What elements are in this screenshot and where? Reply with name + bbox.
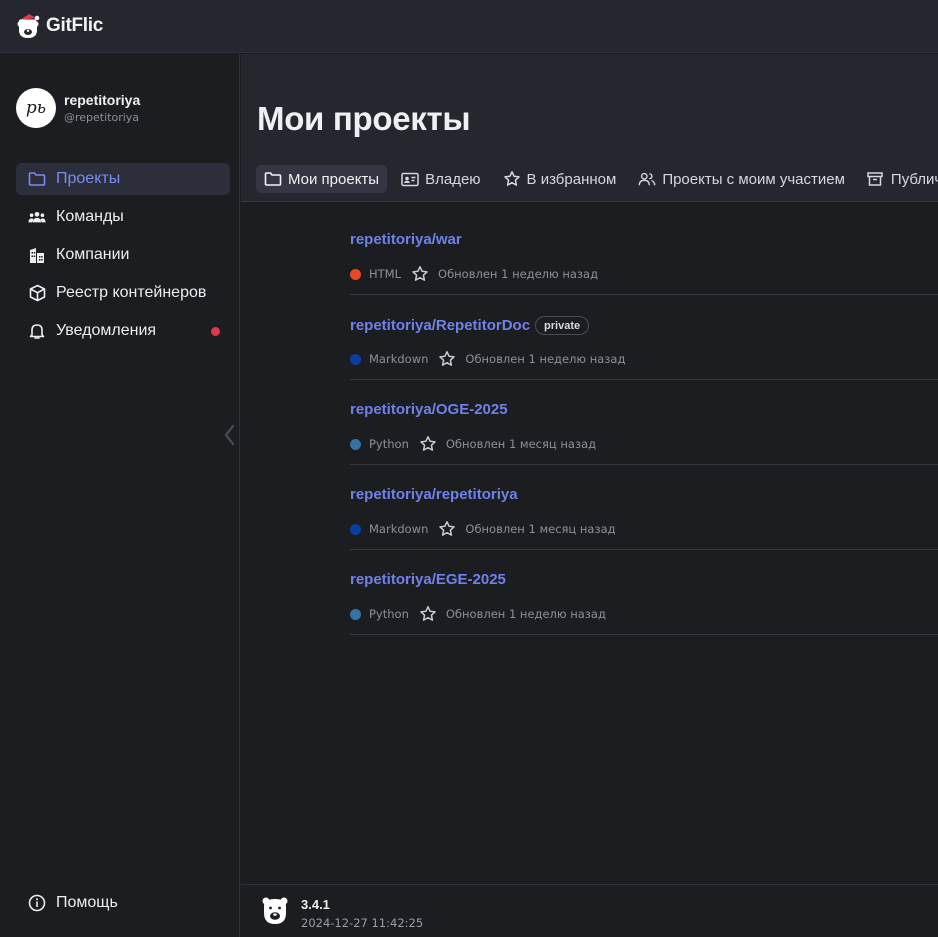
tab-favorites[interactable]: В избранном bbox=[495, 165, 625, 193]
repo-link[interactable]: repetitoriya/OGE-2025 bbox=[350, 401, 508, 418]
list-item: repetitoriya/war HTML Обновлен 1 неделю … bbox=[350, 210, 938, 295]
list-item: repetitoriya/RepetitorDoc private Markdo… bbox=[350, 295, 938, 380]
language-color-dot bbox=[350, 608, 361, 620]
repo-updated: Обновлен 1 месяц назад bbox=[465, 522, 616, 536]
sidebar-item-teams[interactable]: Команды bbox=[16, 201, 230, 233]
page-title: Мои проекты bbox=[257, 100, 471, 137]
repo-updated: Обновлен 1 неделю назад bbox=[438, 267, 599, 281]
repo-updated: Обновлен 1 неделю назад bbox=[445, 607, 606, 621]
language-color-dot bbox=[350, 268, 361, 280]
list-item: repetitoriya/EGE-2025 Python Обновлен 1 … bbox=[350, 550, 938, 635]
top-bar: GitFlic bbox=[0, 0, 938, 53]
repo-language: Python bbox=[369, 607, 409, 621]
bear-logo-icon bbox=[17, 14, 40, 38]
info-icon bbox=[28, 894, 46, 912]
app-name: GitFlic bbox=[46, 15, 104, 36]
sidebar-item-label: Уведомления bbox=[56, 322, 157, 339]
tab-public[interactable]: Публич bbox=[859, 165, 938, 193]
cube-icon bbox=[28, 284, 46, 302]
language-color-dot bbox=[350, 438, 361, 450]
star-icon[interactable] bbox=[419, 435, 437, 453]
repo-language: HTML bbox=[369, 267, 402, 281]
project-tabs: Мои проекты Владею В избранном Проекты с… bbox=[256, 165, 938, 193]
gitflic-logo[interactable]: GitFlic bbox=[16, 12, 103, 40]
collapse-sidebar-button[interactable] bbox=[223, 424, 235, 450]
build-date: 2024-12-27 11:42:25 bbox=[301, 916, 424, 930]
repo-language: Markdown bbox=[369, 522, 429, 536]
bell-icon bbox=[28, 322, 46, 340]
sidebar: рь repetitoriya @repetitoriya Проекты Ко… bbox=[0, 54, 240, 937]
sidebar-item-companies[interactable]: Компании bbox=[16, 239, 230, 271]
list-item: repetitoriya/repetitoriya Markdown Обнов… bbox=[350, 465, 938, 550]
main-header: Мои проекты Мои проекты Владею В избранн… bbox=[241, 54, 938, 202]
sidebar-item-label: Команды bbox=[56, 208, 124, 225]
list-item: repetitoriya/OGE-2025 Python Обновлен 1 … bbox=[350, 380, 938, 465]
repo-link[interactable]: repetitoriya/RepetitorDoc bbox=[350, 317, 530, 334]
user-handle: @repetitoriya bbox=[64, 110, 140, 124]
help-link[interactable]: Помощь bbox=[28, 894, 118, 912]
repo-language: Python bbox=[369, 437, 409, 451]
repo-language: Markdown bbox=[369, 352, 429, 366]
user-name: repetitoriya bbox=[64, 91, 141, 108]
language-color-dot bbox=[350, 353, 361, 365]
repo-updated: Обновлен 1 неделю назад bbox=[465, 352, 626, 366]
bear-logo-icon bbox=[262, 897, 288, 924]
avatar: рь bbox=[16, 88, 56, 128]
building-icon bbox=[28, 246, 46, 264]
repo-updated: Обновлен 1 месяц назад bbox=[445, 437, 597, 451]
tab-label: В избранном bbox=[526, 170, 617, 188]
tab-label: Публич bbox=[890, 170, 938, 188]
sidebar-item-label: Реестр контейнеров bbox=[56, 284, 207, 301]
folder-icon bbox=[28, 170, 46, 188]
tab-label: Мои проекты bbox=[288, 170, 380, 188]
app-version: 3.4.1 bbox=[301, 897, 330, 912]
footer: 3.4.1 2024-12-27 11:42:25 bbox=[241, 884, 938, 937]
team-icon bbox=[28, 208, 46, 226]
repo-list: repetitoriya/war HTML Обновлен 1 неделю … bbox=[350, 210, 938, 635]
people-icon bbox=[638, 170, 656, 188]
star-icon[interactable] bbox=[411, 265, 429, 283]
sidebar-item-label: Компании bbox=[56, 246, 130, 263]
star-icon[interactable] bbox=[438, 520, 456, 538]
user-profile[interactable]: рь repetitoriya @repetitoriya bbox=[16, 88, 140, 128]
tab-label: Проекты с моим участием bbox=[662, 170, 845, 188]
star-icon[interactable] bbox=[438, 350, 456, 368]
sidebar-item-label: Проекты bbox=[56, 170, 121, 187]
sidebar-item-projects[interactable]: Проекты bbox=[16, 163, 230, 195]
star-icon[interactable] bbox=[419, 605, 437, 623]
repo-link[interactable]: repetitoriya/repetitoriya bbox=[350, 486, 518, 503]
tab-participating[interactable]: Проекты с моим участием bbox=[630, 165, 853, 193]
archive-icon bbox=[867, 170, 885, 188]
language-color-dot bbox=[350, 523, 361, 535]
private-badge: private bbox=[535, 316, 590, 335]
help-label: Помощь bbox=[56, 894, 118, 911]
repo-link[interactable]: repetitoriya/EGE-2025 bbox=[350, 571, 506, 588]
tab-label: Владею bbox=[425, 170, 481, 188]
notification-dot bbox=[211, 326, 220, 336]
id-card-icon bbox=[401, 170, 419, 188]
sidebar-nav: Проекты Команды Компании Реестр контейне… bbox=[16, 163, 230, 353]
folder-icon bbox=[264, 170, 282, 188]
tab-owned[interactable]: Владею bbox=[393, 165, 488, 193]
chevron-left-icon bbox=[224, 424, 235, 446]
sidebar-item-container-registry[interactable]: Реестр контейнеров bbox=[16, 277, 230, 309]
repo-link[interactable]: repetitoriya/war bbox=[350, 231, 462, 248]
sidebar-item-notifications[interactable]: Уведомления bbox=[16, 315, 230, 347]
star-icon bbox=[503, 170, 521, 188]
tab-my-projects[interactable]: Мои проекты bbox=[256, 165, 388, 193]
